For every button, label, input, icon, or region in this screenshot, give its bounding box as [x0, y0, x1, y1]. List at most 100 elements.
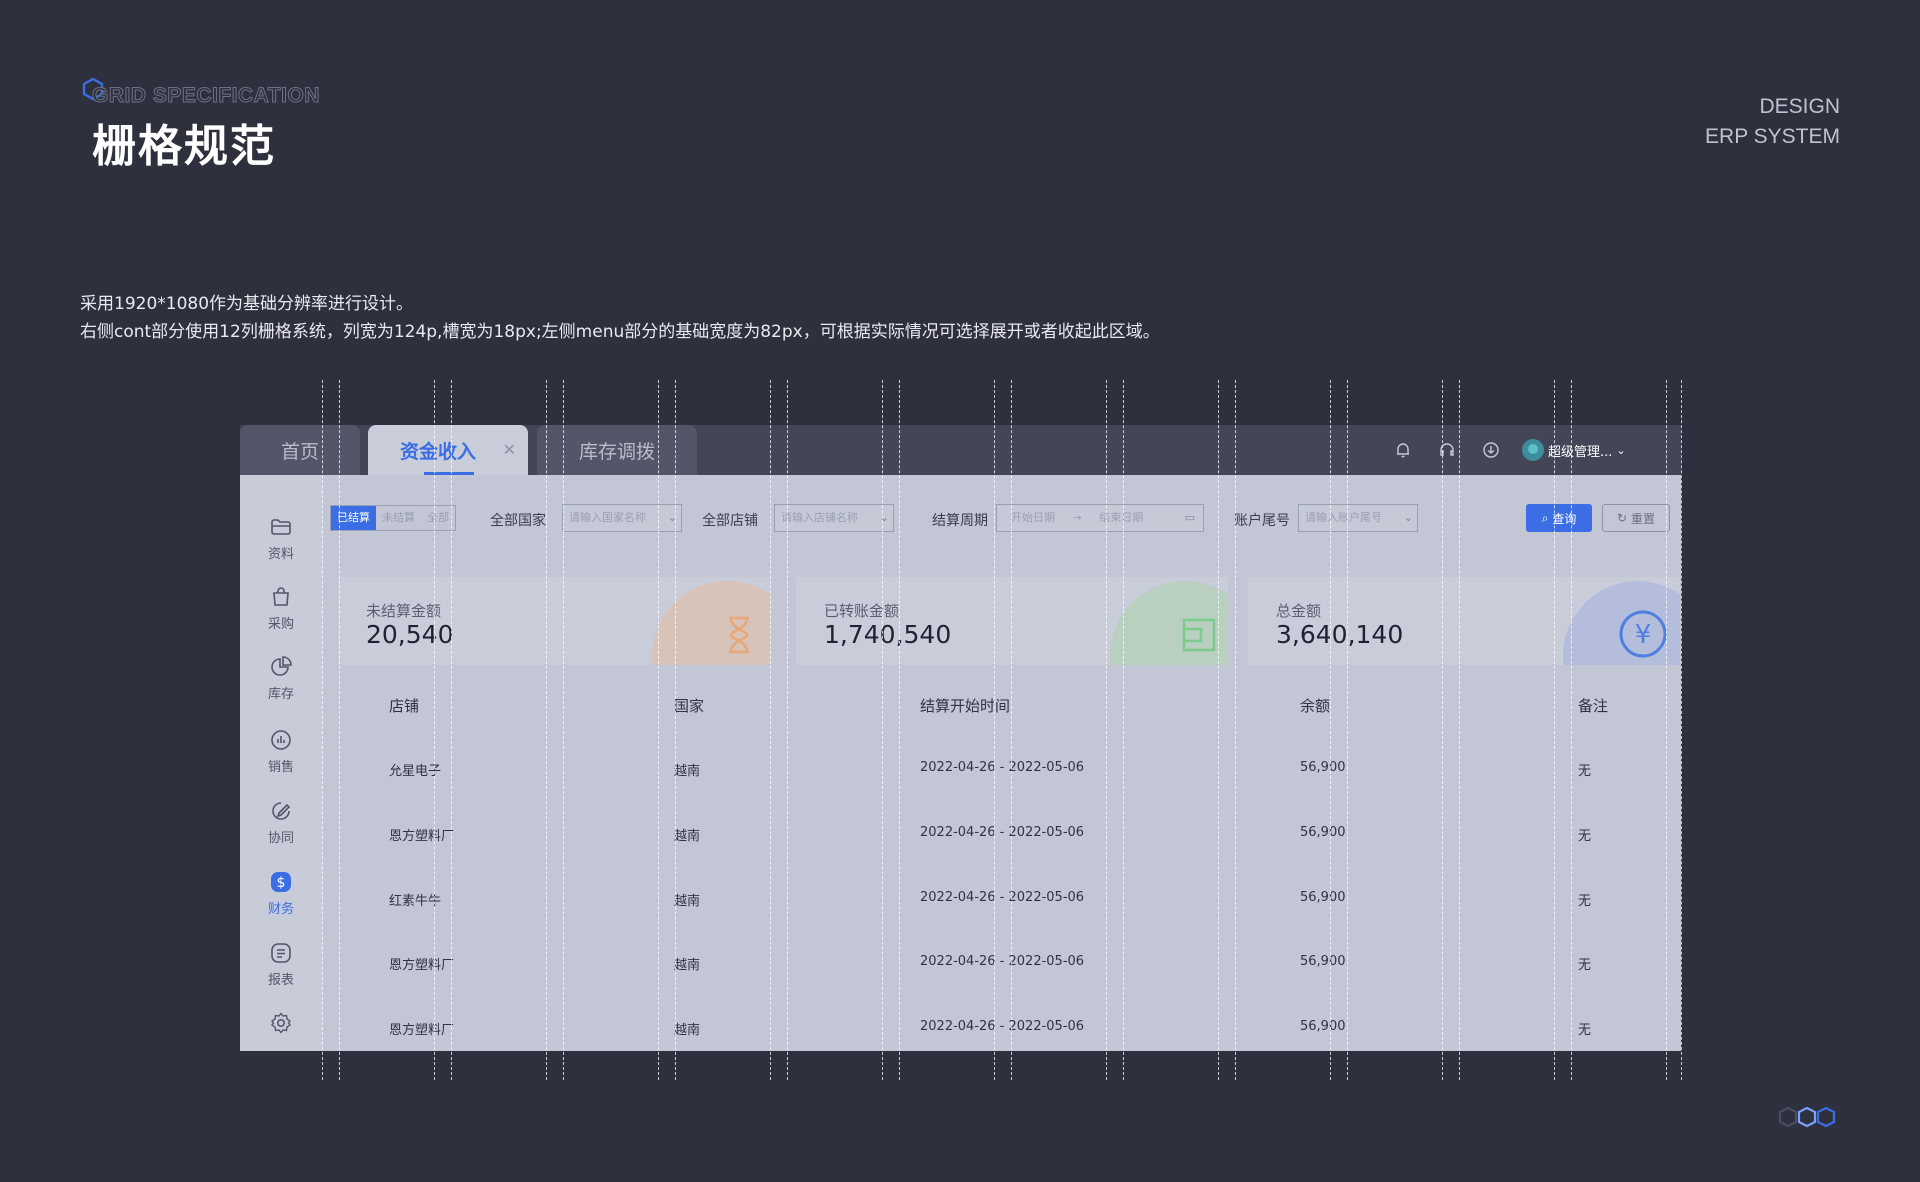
menu-item-label: 库存: [267, 687, 294, 702]
column-header-store: 店铺: [389, 697, 420, 715]
side-menu: 资料 采购 库存 销售 协同 $ 财务 报表: [240, 475, 322, 1051]
grid-line: [675, 380, 676, 1080]
cell-balance: 56,900: [1300, 825, 1346, 840]
cell-country: 越南: [674, 1023, 701, 1038]
grid-line: [1106, 380, 1107, 1080]
cell-balance: 56,900: [1300, 954, 1346, 969]
tab-home[interactable]: 首页: [240, 425, 360, 475]
card-value: 1,740,540: [824, 620, 952, 649]
refresh-icon: ↻: [1616, 511, 1628, 525]
cell-remark: 无: [1578, 958, 1592, 973]
grid-line: [546, 380, 547, 1080]
chevron-down-icon[interactable]: ⌄: [1616, 444, 1625, 457]
folder-icon: [271, 519, 291, 535]
cell-country: 越南: [674, 829, 701, 844]
yuan-icon: ¥: [1619, 610, 1667, 658]
menu-item-collaboration[interactable]: 协同: [240, 799, 322, 846]
menu-item-label: 财务: [267, 902, 294, 917]
store-select[interactable]: 请输入店铺名称 ⌄: [774, 504, 894, 532]
menu-item-purchase[interactable]: 采购: [240, 585, 322, 632]
avatar[interactable]: [1522, 439, 1544, 461]
header-right-line2: ERP SYSTEM: [1705, 125, 1840, 148]
hourglass-icon: [729, 616, 749, 654]
menu-item-label: 协同: [267, 831, 294, 846]
cell-country: 越南: [674, 958, 701, 973]
segment-all[interactable]: 全部: [421, 506, 455, 530]
column-header-remark: 备注: [1578, 697, 1609, 715]
settlement-status-segment[interactable]: 已结算 未结算 全部: [330, 505, 456, 531]
country-select[interactable]: 请输入国家名称 ⌄: [562, 504, 682, 532]
card-value: 20,540: [366, 620, 454, 649]
card-label: 未结算金额: [366, 602, 442, 620]
grid-line: [1011, 380, 1012, 1080]
country-placeholder: 请输入国家名称: [569, 511, 646, 524]
summary-card-total: 总金额 3,640,140 ¥: [1248, 577, 1680, 665]
reset-button[interactable]: ↻ 重置: [1602, 504, 1670, 532]
column-header-country: 国家: [674, 697, 705, 715]
store-placeholder: 请输入店铺名称: [781, 511, 858, 524]
period-start: 开始日期: [1011, 511, 1055, 524]
store-label: 全部店铺: [702, 513, 758, 529]
pie-chart-icon: [271, 656, 292, 676]
card-label: 总金额: [1276, 602, 1322, 620]
menu-item-inventory[interactable]: 库存: [240, 655, 322, 702]
query-button[interactable]: ⌕ 查询: [1526, 504, 1592, 532]
menu-item-finance[interactable]: $ 财务: [240, 870, 322, 917]
column-header-balance: 余额: [1300, 697, 1331, 715]
grid-line: [1571, 380, 1572, 1080]
bag-icon: [273, 587, 289, 606]
grid-line: [1347, 380, 1348, 1080]
grid-line: [899, 380, 900, 1080]
cell-store: 恩方塑料厂: [389, 958, 455, 973]
account-select[interactable]: 请输入账户尾号 ⌄: [1298, 504, 1418, 532]
download-icon[interactable]: [1480, 439, 1502, 461]
top-toolbar: 超级管理... ⌄: [1370, 437, 1626, 463]
erp-screen-mockup: 首页 资金收入 ✕ 库存调拨 超级管理... ⌄ 资料 采购 库存 销售 协同 …: [240, 425, 1681, 1051]
cell-country: 越南: [674, 894, 701, 909]
column-header-settle-start: 结算开始时间: [920, 697, 1011, 715]
filter-bar: 已结算 未结算 全部 全部国家 请输入国家名称 ⌄ 全部店铺 请输入店铺名称 ⌄…: [322, 475, 1681, 563]
tab-inventory-transfer[interactable]: 库存调拨: [537, 425, 697, 475]
tab-home-label: 首页: [280, 440, 319, 463]
tab-inventory-transfer-label: 库存调拨: [578, 440, 655, 463]
date-range-picker[interactable]: 开始日期 → 结束日期 ▭: [996, 504, 1204, 532]
arrow-right-icon: →: [1072, 511, 1082, 524]
period-label: 结算周期: [932, 513, 988, 529]
header-right-text: DESIGN ERP SYSTEM: [1705, 92, 1840, 152]
card-value: 3,640,140: [1276, 620, 1404, 649]
close-icon[interactable]: ✕: [503, 440, 516, 459]
country-label: 全部国家: [490, 513, 546, 529]
bell-icon[interactable]: [1392, 439, 1414, 461]
grid-line: [1681, 380, 1682, 1080]
description-line2: 右侧cont部分使用12列栅格系统，列宽为124p,槽宽为18px;左侧menu…: [80, 322, 1160, 342]
menu-item-reports[interactable]: 报表: [240, 941, 322, 988]
grid-line: [787, 380, 788, 1080]
menu-item-label: 采购: [267, 617, 294, 632]
headset-icon[interactable]: [1436, 439, 1458, 461]
list-icon: [271, 943, 291, 963]
menu-item-label: 销售: [267, 760, 294, 775]
user-name[interactable]: 超级管理...: [1548, 441, 1612, 460]
edit-icon: [272, 802, 291, 820]
menu-item-data[interactable]: 资料: [240, 515, 322, 562]
menu-item-settings[interactable]: [240, 1011, 322, 1039]
grid-line: [658, 380, 659, 1080]
grid-line: [451, 380, 452, 1080]
grid-line: [322, 380, 323, 1080]
grid-line: [1442, 380, 1443, 1080]
menu-item-label: 资料: [267, 547, 294, 562]
cell-store: 恩方塑料厂: [389, 829, 455, 844]
grid-line: [882, 380, 883, 1080]
menu-item-label: 报表: [267, 973, 294, 988]
cell-remark: 无: [1578, 829, 1592, 844]
grid-line: [1459, 380, 1460, 1080]
tab-fund-income[interactable]: 资金收入 ✕: [368, 425, 528, 475]
segment-settled[interactable]: 已结算: [331, 506, 376, 530]
chevron-down-icon: ⌄: [1403, 511, 1413, 524]
segment-unsettled[interactable]: 未结算: [376, 506, 421, 530]
grid-line: [994, 380, 995, 1080]
grid-line: [1554, 380, 1555, 1080]
menu-item-sales[interactable]: 销售: [240, 728, 322, 775]
income-table: 店铺 国家 结算开始时间 余额 备注 允星电子 越南 2022-04-26 - …: [322, 675, 1681, 1051]
tab-bar: 首页 资金收入 ✕ 库存调拨 超级管理... ⌄: [240, 425, 1681, 475]
